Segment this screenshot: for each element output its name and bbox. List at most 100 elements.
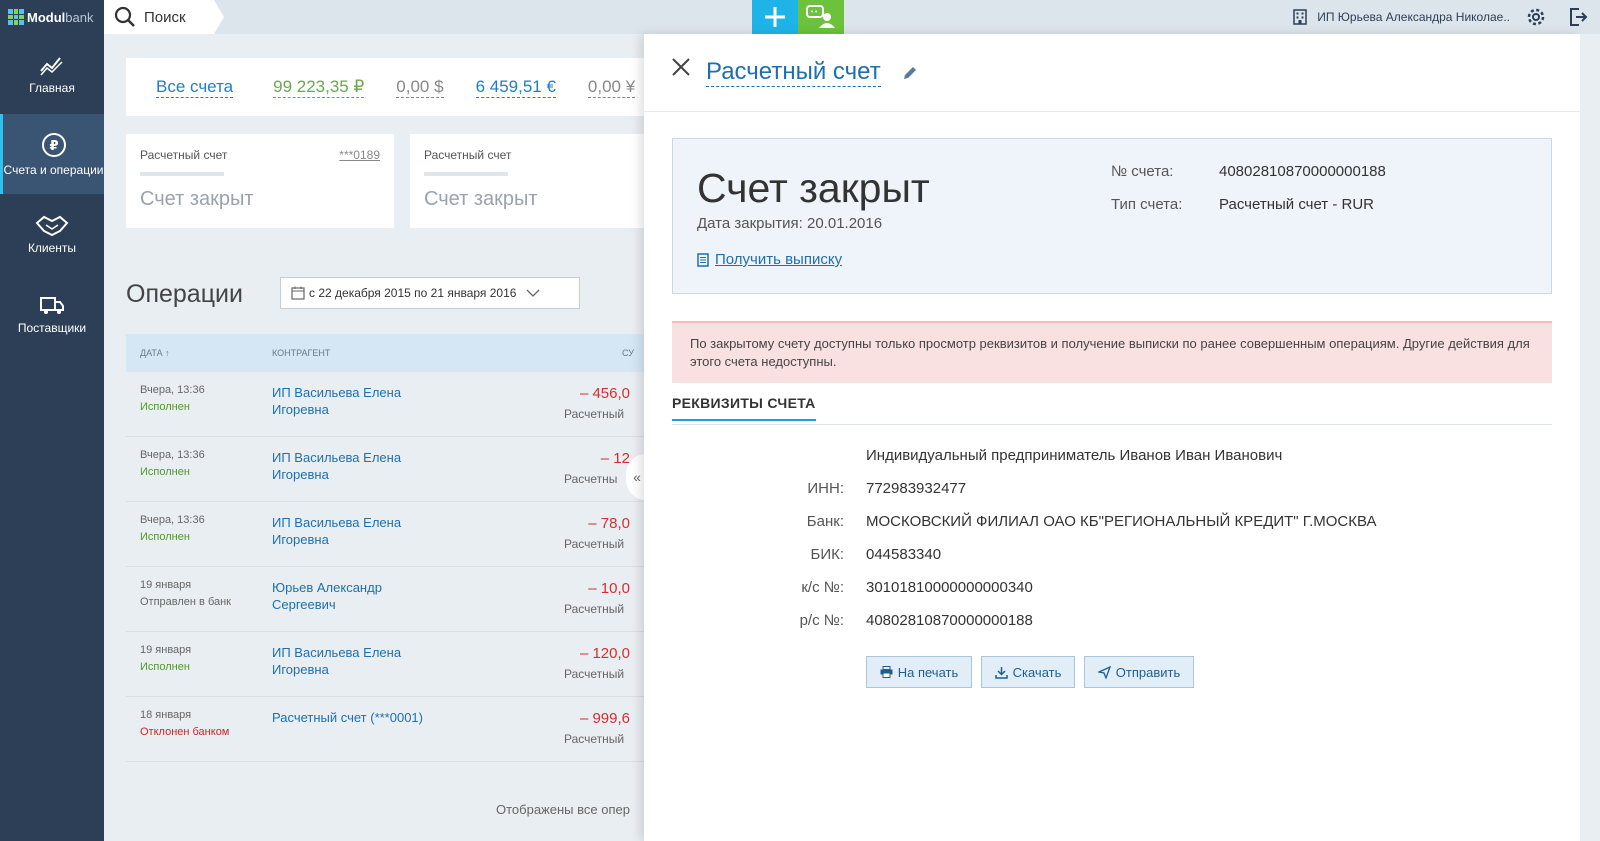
operations-footer-note: Отображены все опер [496,802,630,817]
balance-other[interactable]: 0,00 ¥ [587,77,636,98]
operation-date: 18 января [140,709,192,721]
close-date: Дата закрытия: 20.01.2016 [697,215,883,232]
account-type-label: Тип счета: [1111,196,1183,213]
sidebar-item-home[interactable]: Главная [0,34,104,114]
requisite-value: 40802810870000000188 [866,612,1033,629]
account-status-box: Счет закрыт Дата закрытия: 20.01.2016 По… [672,138,1552,294]
date-range-picker[interactable]: с 22 декабря 2015 по 21 января 2016 [280,277,580,309]
table-row[interactable]: 18 января Отклонен банком Расчетный счет… [126,697,646,762]
operation-amount: – 120,0 [579,645,630,662]
table-row[interactable]: Вчера, 13:36 Исполнен ИП Васильева Елена… [126,437,646,502]
building-icon [1293,9,1307,25]
requisite-value: 044583340 [866,546,942,563]
operation-account: Расчетный [564,537,625,551]
operation-amount: – 10,0 [588,580,630,597]
table-row[interactable]: Вчера, 13:36 Исполнен ИП Васильева Елена… [126,502,646,567]
pencil-icon[interactable] [902,65,918,81]
logo[interactable]: Modul bank [0,0,104,34]
requisite-label: к/с №: [801,579,844,596]
operation-account: Расчетный [564,602,625,616]
search-label: Поиск [144,8,186,26]
balance-totals: Все счета 99 223,35 ₽ 0,00 $ 6 459,51 € … [126,58,646,116]
all-accounts-link[interactable]: Все счета [156,77,234,98]
sidebar-item-suppliers[interactable]: Поставщики [0,274,104,354]
requisite-value: МОСКОВСКИЙ ФИЛИАЛ ОАО КБ"РЕГИОНАЛЬНЫЙ КР… [866,513,1377,530]
operation-amount: – 999,6 [579,710,630,727]
operation-counterparty[interactable]: ИП Васильева Елена Игоревна [272,384,432,418]
account-card-status: Счет закрыт [140,188,254,210]
table-row[interactable]: 19 января Исполнен ИП Васильева Елена Иг… [126,632,646,697]
add-button[interactable] [752,0,798,34]
operation-date: Вчера, 13:36 [140,449,205,461]
account-card[interactable]: Расчетный счет*** Счет закрыт [410,134,678,228]
closed-account-warning: По закрытому счету доступны только просм… [672,321,1552,383]
download-icon [994,666,1008,679]
operation-account: Расчетный [564,732,625,746]
column-counterparty[interactable]: КОНТРАГЕНТ [272,348,330,358]
main-content: Все счета 99 223,35 ₽ 0,00 $ 6 459,51 € … [104,34,678,841]
logo-text-main: Modul [27,9,66,25]
search-icon [114,6,135,27]
sidebar-item-clients[interactable]: Клиенты [0,194,104,274]
account-number-label: № счета: [1111,163,1174,180]
send-label: Отправить [1115,664,1181,680]
handshake-icon [35,215,69,237]
balance-eur[interactable]: 6 459,51 € [475,77,556,98]
sidebar-item-label: Счета и операции [3,163,104,177]
account-card[interactable]: Расчетный счет ***0189 Счет закрыт [126,134,394,228]
settings-button[interactable] [1518,0,1554,34]
operation-account: Расчетны [564,472,618,486]
collapse-icon: « [633,469,641,485]
requisite-value: 772983932477 [866,480,967,497]
ruble-coin-icon: ₽ [41,133,66,157]
sidebar-item-label: Поставщики [17,321,87,335]
table-row[interactable]: 19 января Отправлен в банк Юрьев Алексан… [126,567,646,632]
gear-icon [1527,8,1545,26]
account-number-value: 40802810870000000188 [1219,163,1386,180]
operation-counterparty[interactable]: ИП Васильева Елена Игоревна [272,644,432,678]
operation-counterparty[interactable]: ИП Васильева Елена Игоревна [272,514,432,548]
balance-usd[interactable]: 0,00 $ [396,77,444,98]
chat-user-icon [806,5,835,28]
send-button[interactable]: Отправить [1084,656,1194,688]
svg-text:₽: ₽ [49,139,58,154]
account-card-title: Расчетный счет [140,148,228,162]
close-icon[interactable] [670,56,692,78]
document-icon [697,252,709,267]
account-type-value: Расчетный счет - RUR [1219,196,1375,213]
tab-requisites[interactable]: РЕКВИЗИТЫ СЧЕТА [672,395,816,421]
print-label: На печать [897,664,959,680]
sidebar-item-label: Клиенты [27,241,77,255]
paper-plane-icon [1097,665,1111,679]
operation-counterparty[interactable]: Расчетный счет (***0001) [272,709,432,726]
plus-icon [765,7,785,27]
column-amount[interactable]: СУ [622,348,634,358]
get-statement-link[interactable]: Получить выписку [697,251,842,268]
company-selector[interactable]: ИП Юрьева Александра Николае.. [1293,0,1510,34]
support-chat-button[interactable] [798,0,844,34]
chart-line-icon [40,57,63,76]
logout-button[interactable] [1560,0,1596,34]
requisite-label: ИНН: [807,480,844,497]
search-button[interactable]: Поиск [104,0,224,34]
logout-icon [1570,8,1588,26]
operation-counterparty[interactable]: ИП Васильева Елена Игоревна [272,449,432,483]
operation-counterparty[interactable]: Юрьев Александр Сергеевич [272,579,432,613]
print-button[interactable]: На печать [866,656,972,688]
balance-rub[interactable]: 99 223,35 ₽ [273,77,365,98]
sidebar-item-accounts[interactable]: ₽ Счета и операции [0,114,104,194]
panel-title[interactable]: Расчетный счет [706,58,881,87]
operation-amount: – 12 [600,450,630,467]
operation-date: 19 января [140,579,192,591]
operation-status: Исполнен [140,466,190,478]
download-button[interactable]: Скачать [981,656,1075,688]
calendar-icon [291,286,305,300]
truck-icon [40,297,64,314]
logo-text-light: bank [65,9,94,25]
column-date[interactable]: ДАТА ↑ [140,348,170,358]
sidebar-item-label: Главная [29,81,75,95]
table-row[interactable]: Вчера, 13:36 Исполнен ИП Васильева Елена… [126,372,646,437]
requisite-value: 30101810000000000340 [866,579,1033,596]
requisite-label: БИК: [810,546,844,563]
chevron-down-icon [526,289,540,297]
